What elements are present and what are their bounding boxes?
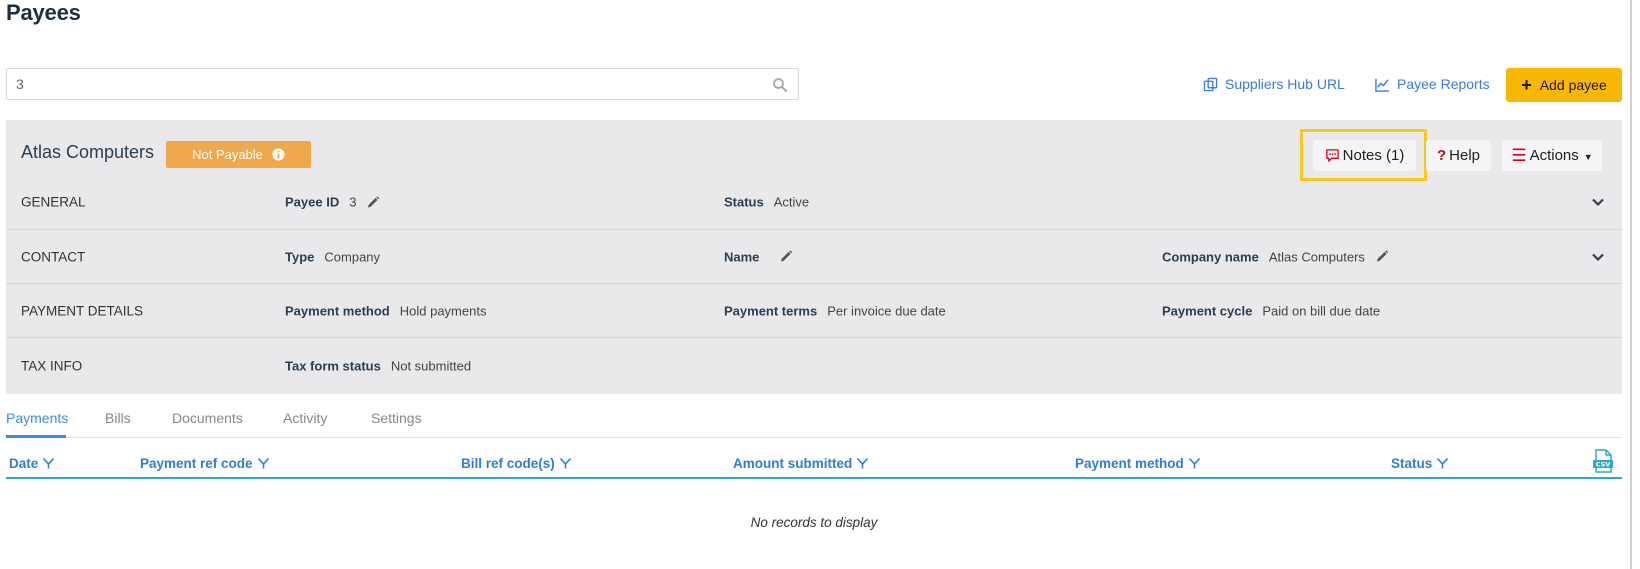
status-badge-label: Not Payable: [192, 147, 263, 162]
payment-cycle-field: Payment cycle Paid on bill due date: [1162, 303, 1380, 318]
payment-terms-field: Payment terms Per invoice due date: [724, 303, 946, 318]
type-field: Type Company: [285, 249, 380, 264]
field-label: Type: [285, 249, 315, 264]
field-label: Payment cycle: [1162, 303, 1253, 318]
field-label: Payment terms: [724, 303, 818, 318]
help-button[interactable]: ? Help: [1426, 140, 1491, 171]
filter-icon[interactable]: [1188, 458, 1200, 469]
column-header-payment-ref-code[interactable]: Payment ref code: [140, 456, 269, 471]
payee-id-field: Payee ID 3: [285, 195, 380, 210]
field-label: Company name: [1162, 249, 1259, 264]
field-value: 3: [349, 194, 357, 210]
field-label: Status: [724, 194, 764, 210]
actions-label: Actions: [1529, 147, 1579, 164]
actions-button[interactable]: ☰ Actions ▼: [1502, 140, 1602, 171]
filter-icon[interactable]: [857, 458, 869, 469]
payee-name: Atlas Computers: [21, 142, 155, 162]
field-value: Paid on bill due date: [1262, 303, 1381, 318]
company-name-field: Company name Atlas Computers: [1162, 249, 1389, 264]
column-header-bill-ref-codes[interactable]: Bill ref code(s): [461, 456, 571, 471]
field-label: Payee ID: [285, 194, 340, 210]
empty-grid-message: No records to display: [750, 515, 878, 530]
field-value: Hold payments: [399, 303, 487, 318]
notes-button[interactable]: Notes (1): [1313, 140, 1416, 171]
section-label: PAYMENT DETAILS: [21, 303, 144, 318]
info-icon[interactable]: [272, 148, 285, 161]
pencil-icon[interactable]: [366, 195, 380, 209]
column-header-amount-submitted[interactable]: Amount submitted: [733, 456, 869, 471]
column-label: Payment method: [1075, 456, 1184, 471]
filter-icon[interactable]: [43, 458, 55, 469]
search-field[interactable]: [6, 68, 799, 100]
chevron-down-icon[interactable]: [1591, 195, 1605, 209]
csv-export-icon[interactable]: CSV: [1592, 449, 1614, 473]
section-contact: CONTACT Type Company Name Company name A…: [6, 229, 1622, 283]
page-scrollbar[interactable]: [1630, 0, 1632, 569]
field-value: Atlas Computers: [1268, 249, 1365, 264]
svg-text:CSV: CSV: [1596, 461, 1611, 469]
page-title: Payees: [6, 0, 81, 25]
pencil-icon[interactable]: [1375, 250, 1389, 264]
suppliers-hub-link[interactable]: Suppliers Hub URL: [1203, 76, 1345, 92]
tab-bar: Payments Bills Documents Activity Settin…: [6, 400, 1622, 438]
tab-activity[interactable]: Activity: [283, 410, 327, 426]
copy-link-icon: [1203, 77, 1218, 91]
plus-icon: +: [1521, 75, 1532, 95]
column-header-payment-method[interactable]: Payment method: [1075, 456, 1200, 471]
section-payment-details: PAYMENT DETAILS Payment method Hold paym…: [6, 283, 1622, 337]
field-value: Company: [324, 249, 381, 264]
column-label: Bill ref code(s): [461, 456, 555, 471]
section-general: GENERAL Payee ID 3 Status Active: [6, 175, 1622, 229]
status-badge: Not Payable: [166, 141, 311, 168]
search-icon[interactable]: [772, 77, 788, 93]
column-label: Payment ref code: [140, 456, 253, 471]
pencil-icon[interactable]: [779, 250, 793, 264]
field-value: Per invoice due date: [827, 303, 946, 318]
caret-down-icon: ▼: [1583, 152, 1593, 162]
notes-label: Notes (1): [1342, 147, 1405, 164]
help-label: Help: [1449, 147, 1481, 164]
column-label: Date: [9, 456, 39, 471]
menu-icon: ☰: [1511, 146, 1527, 165]
section-label: TAX INFO: [21, 358, 83, 374]
tab-bills[interactable]: Bills: [105, 410, 131, 426]
column-header-status[interactable]: Status: [1391, 456, 1449, 471]
section-label: CONTACT: [21, 249, 86, 264]
grid-header: Date Payment ref code Bill ref code(s) A…: [6, 449, 1622, 479]
field-label: Name: [724, 249, 760, 264]
section-label: GENERAL: [21, 194, 86, 210]
column-label: Status: [1391, 456, 1433, 471]
name-field: Name: [724, 249, 793, 264]
field-value: Active: [773, 194, 810, 210]
question-icon: ?: [1436, 147, 1447, 164]
section-tax-info: TAX INFO Tax form status Not submitted: [6, 337, 1622, 394]
tab-documents[interactable]: Documents: [172, 410, 243, 426]
chevron-down-icon[interactable]: [1591, 250, 1605, 264]
field-value: Not submitted: [390, 358, 472, 374]
active-tab-indicator: [6, 435, 66, 438]
comment-icon: [1325, 149, 1339, 162]
search-input[interactable]: [7, 69, 798, 99]
column-header-date[interactable]: Date: [9, 456, 55, 471]
add-payee-button[interactable]: + Add payee: [1506, 68, 1622, 102]
filter-icon[interactable]: [1437, 458, 1449, 469]
tab-payments[interactable]: Payments: [6, 410, 68, 426]
filter-icon[interactable]: [559, 458, 571, 469]
tax-form-status-field: Tax form status Not submitted: [285, 359, 471, 374]
payee-detail-panel: Atlas Computers Not Payable Notes (1) ? …: [6, 120, 1622, 394]
add-payee-label: Add payee: [1539, 77, 1607, 93]
suppliers-hub-label: Suppliers Hub URL: [1225, 76, 1345, 92]
payee-reports-label: Payee Reports: [1397, 76, 1490, 92]
field-label: Payment method: [285, 303, 390, 318]
column-label: Amount submitted: [733, 456, 853, 471]
status-field: Status Active: [724, 195, 809, 210]
payee-reports-link[interactable]: Payee Reports: [1375, 76, 1490, 92]
line-chart-icon: [1375, 78, 1390, 92]
filter-icon[interactable]: [257, 458, 269, 469]
tab-settings[interactable]: Settings: [371, 410, 422, 426]
field-label: Tax form status: [285, 358, 381, 374]
payment-method-field: Payment method Hold payments: [285, 303, 486, 318]
